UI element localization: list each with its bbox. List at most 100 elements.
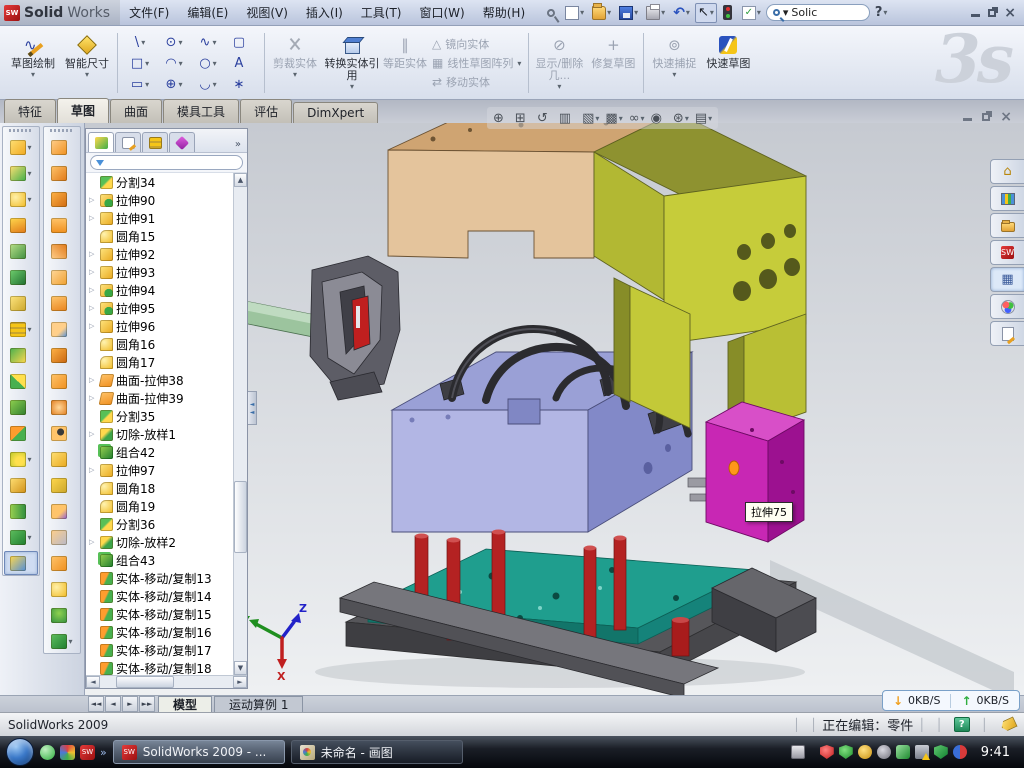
ribbon-tab[interactable]: 草图 <box>57 98 109 123</box>
surface-tool-button[interactable]: ▾ <box>45 213 79 237</box>
doc-minimize-button[interactable] <box>963 118 972 121</box>
expand-arrow-icon[interactable]: ▷ <box>89 250 97 258</box>
quick-snaps-button[interactable]: ⊚ 快速捕捉▾ <box>647 29 701 97</box>
tree-item[interactable]: ▷ 切除-放样2 <box>86 533 233 551</box>
view-palette-tab[interactable]: ▦ <box>990 267 1024 292</box>
toolbar-drag-handle[interactable] <box>9 129 33 132</box>
expand-arrow-icon[interactable]: ▷ <box>89 268 97 276</box>
sketch-entity-button[interactable]: ⊙ ▾ <box>157 32 191 53</box>
tree-item[interactable]: ▷ 拉伸93 <box>86 263 233 281</box>
sketch-entity-button[interactable]: ∗ ▾ <box>225 74 259 95</box>
close-button[interactable]: × <box>1004 6 1016 20</box>
ribbon-tab[interactable]: DimXpert <box>293 102 378 123</box>
feature-tool-button[interactable]: ▾ <box>4 161 38 185</box>
expand-arrow-icon[interactable]: ▷ <box>89 466 97 474</box>
mirror-entities-button[interactable]: △镜向实体 <box>432 36 521 53</box>
quick-launch-overflow[interactable]: » <box>100 746 107 759</box>
sketch-entity-button[interactable]: □ ▾ <box>123 53 157 74</box>
edit-appearance-icon[interactable]: ◉ ▾ <box>649 111 669 126</box>
feature-tool-button[interactable]: ▾ <box>4 213 38 237</box>
expand-arrow-icon[interactable]: ▷ <box>89 214 97 222</box>
menu-item[interactable]: 插入(I) <box>297 0 352 25</box>
tree-item[interactable]: ▷ 曲面-拉伸39 <box>86 389 233 407</box>
ribbon-tab[interactable]: 曲面 <box>110 99 162 123</box>
rebuild-button[interactable] <box>719 3 737 23</box>
tree-item[interactable]: ▷ 切除-放样1 <box>86 425 233 443</box>
pin-toolbar-button[interactable] <box>542 3 560 23</box>
menu-item[interactable]: 工具(T) <box>352 0 411 25</box>
configuration-manager-tab[interactable] <box>142 132 168 152</box>
sketch-entity-button[interactable]: ○ ▾ <box>191 53 225 74</box>
surface-tool-button[interactable]: ▾ <box>45 629 79 653</box>
panel-overflow-chevron[interactable]: » <box>231 139 245 152</box>
menu-item[interactable]: 编辑(E) <box>178 0 237 25</box>
scroll-up-icon[interactable]: ▲ <box>234 173 247 187</box>
tree-item[interactable]: ▷ 分割34 <box>86 173 233 191</box>
smart-dimension-button[interactable]: 智能尺寸▾ <box>60 29 114 97</box>
scrollbar-thumb[interactable] <box>234 481 247 553</box>
feature-tool-button[interactable]: ▾ <box>4 265 38 289</box>
tree-item[interactable]: ▷ 拉伸97 <box>86 461 233 479</box>
start-button[interactable] <box>6 738 34 766</box>
doc-close-button[interactable]: × <box>1000 110 1012 124</box>
section-view-icon[interactable]: ▥ ▾ <box>557 111 578 126</box>
feature-tool-button[interactable]: ▾ <box>4 551 38 575</box>
surface-tool-button[interactable]: ▾ <box>45 187 79 211</box>
quick-tips-help-icon[interactable]: ? <box>954 717 970 732</box>
design-library-tab[interactable] <box>990 186 1024 211</box>
surface-tool-button[interactable]: ▾ <box>45 499 79 523</box>
feature-tool-button[interactable]: ▾ <box>4 187 38 211</box>
prev-tab-button[interactable]: ◄ <box>105 696 121 712</box>
sync-app-icon[interactable] <box>953 745 967 759</box>
ribbon-tab[interactable]: 特征 <box>4 99 56 123</box>
file-explorer-tab[interactable] <box>990 213 1024 238</box>
surface-tool-button[interactable]: ▾ <box>45 291 79 315</box>
surface-tool-button[interactable]: ▾ <box>45 343 79 367</box>
tree-item[interactable]: ▷ 组合42 <box>86 443 233 461</box>
surface-tool-button[interactable]: ▾ <box>45 395 79 419</box>
surface-tool-button[interactable]: ▾ <box>45 551 79 575</box>
taskbar-task-button[interactable]: 未命名 - 画图 <box>291 740 463 764</box>
view-orientation-icon[interactable]: ▧ ▾ <box>580 111 601 126</box>
taskbar-clock[interactable]: 9:41 <box>977 745 1018 760</box>
feature-manager-tab[interactable] <box>88 132 114 152</box>
property-manager-tab[interactable] <box>115 132 141 152</box>
custom-properties-tab[interactable] <box>990 321 1024 346</box>
health-shield-icon[interactable] <box>934 745 948 759</box>
sketch-entity-button[interactable]: \ ▾ <box>123 32 157 53</box>
last-tab-button[interactable]: ►► <box>139 696 155 712</box>
document-tab[interactable]: 模型 <box>158 696 212 712</box>
keyboard-layout-icon[interactable] <box>791 745 805 759</box>
options-button[interactable]: ✓▾ <box>739 3 764 23</box>
help-button[interactable]: ?▾ <box>872 3 891 23</box>
tree-vertical-scrollbar[interactable]: ▲ ▼ <box>233 173 247 675</box>
panel-collapse-handle[interactable]: ◄◄ <box>248 391 257 425</box>
surface-tool-button[interactable]: ▾ <box>45 369 79 393</box>
appearances-scenes-tab[interactable] <box>990 294 1024 319</box>
surface-tool-button[interactable]: ▾ <box>45 135 79 159</box>
expand-arrow-icon[interactable]: ▷ <box>89 538 97 546</box>
feature-tool-button[interactable]: ▾ <box>4 369 38 393</box>
sketch-entity-button[interactable]: ∿ ▾ <box>191 32 225 53</box>
first-tab-button[interactable]: ◄◄ <box>88 696 104 712</box>
move-entities-button[interactable]: ⇄移动实体 <box>432 74 521 91</box>
next-tab-button[interactable]: ► <box>122 696 138 712</box>
tree-item[interactable]: ▷ 圆角19 <box>86 497 233 515</box>
feature-tool-button[interactable]: ▾ <box>4 343 38 367</box>
document-tab[interactable]: 运动算例 1 <box>214 696 303 712</box>
feature-tool-button[interactable]: ▾ <box>4 239 38 263</box>
surface-tool-button[interactable]: ▾ <box>45 317 79 341</box>
scroll-left-icon[interactable]: ◄ <box>86 676 100 688</box>
tree-item[interactable]: ▷ 实体-移动/复制16 <box>86 623 233 641</box>
feature-tool-button[interactable]: ▾ <box>4 421 38 445</box>
security-alert-icon[interactable] <box>820 745 834 759</box>
display-delete-relations-button[interactable]: ⊘ 显示/删除几...▾ <box>532 29 586 97</box>
network-warning-icon[interactable] <box>915 745 929 759</box>
sketch-entity-button[interactable]: ▢ ▾ <box>225 32 259 53</box>
solidworks-launcher-icon[interactable]: SW <box>80 745 95 760</box>
surface-tool-button[interactable]: ▾ <box>45 161 79 185</box>
sketch-entity-button[interactable]: ▭ ▾ <box>123 74 157 95</box>
tree-item[interactable]: ▷ 实体-移动/复制18 <box>86 659 233 675</box>
feature-tool-button[interactable]: ▾ <box>4 395 38 419</box>
tree-horizontal-scrollbar[interactable]: ◄ ► <box>86 675 247 688</box>
